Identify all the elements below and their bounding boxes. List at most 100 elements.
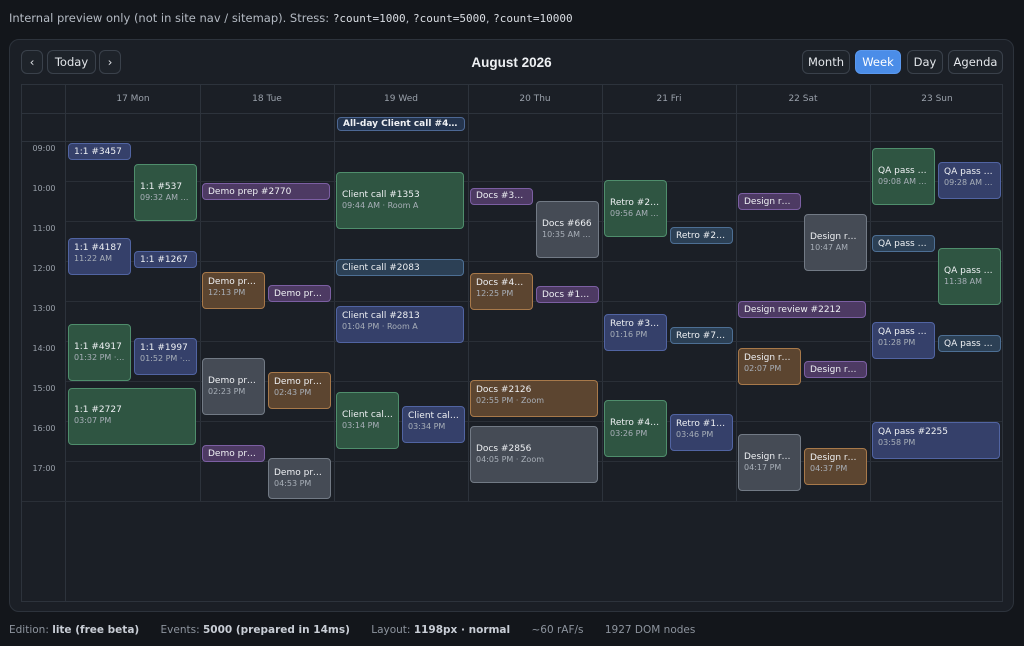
event-title: Client call #2083 [342,262,420,273]
calendar-event[interactable]: Demo pre… 02:23 PM [202,358,265,416]
calendar-event[interactable]: Design re… 02:07 PM [738,347,801,385]
event-title: 1:1 #1997 [140,342,188,353]
calendar-event[interactable]: QA pass #2255 03:58 PM [872,421,1000,459]
calendar-event[interactable]: QA pass … 09:28 AM · … [938,161,1001,199]
view-month-button[interactable]: Month [802,50,850,74]
column-divider [736,85,737,502]
event-title: Demo pre… [208,276,259,287]
day-header[interactable]: 21 Fri [602,85,736,114]
calendar-event[interactable]: Docs #666 10:35 AM · … [536,201,599,258]
event-time: 01:52 PM · … [140,353,191,363]
today-button[interactable]: Today [47,50,96,74]
next-button[interactable]: › [99,50,121,74]
calendar-event[interactable]: QA pass … [938,335,1001,352]
event-time: 03:14 PM [342,420,380,430]
day-header[interactable]: 19 Wed [334,85,468,114]
calendar-event[interactable]: Demo pre… 12:13 PM [202,271,265,309]
day-header[interactable]: 18 Tue [200,85,334,114]
event-time: 03:46 PM [676,429,714,439]
event-title: 1:1 #4187 [74,242,122,253]
calendar-event[interactable]: Demo pre… 02:43 PM [268,371,331,409]
notice-text: Internal preview only (not in site nav /… [9,11,330,25]
event-title: All-day Client call #4273 [343,119,459,129]
calendar-event[interactable]: 1:1 #4187 11:22 AM [68,237,131,275]
calendar-event[interactable]: Retro #2899 [670,227,733,244]
hour-label: 11:00 [32,224,56,233]
hour-label: 10:00 [32,184,56,193]
calendar-event[interactable]: Design review #2212 [738,301,866,318]
event-title: Docs #4316 [476,278,527,288]
event-title: Client call… [342,409,393,420]
view-agenda-button[interactable]: Agenda [948,50,1003,74]
event-title: Design review #2212 [744,304,842,315]
calendar-event[interactable]: 1:1 #2727 03:07 PM [68,387,196,445]
calendar-event[interactable]: Client call #1353 09:44 AM · Room A [336,172,464,230]
event-time: 09:44 AM · Room A [342,200,419,210]
all-day-event[interactable]: All-day Client call #4273 [337,117,465,131]
calendar-event[interactable]: Design re… 04:37 PM [804,447,867,485]
calendar-event[interactable]: Demo pre… [202,445,265,462]
view-week-button[interactable]: Week [855,50,901,74]
calendar-event[interactable]: Demo prep #2770 [202,183,330,200]
calendar-event[interactable]: Demo pre… 04:53 PM [268,458,331,500]
calendar-event[interactable]: Client call… 03:34 PM [402,405,465,443]
calendar-event[interactable]: Design re… [738,193,801,210]
event-title: Demo prep #2770 [208,186,292,197]
calendar-event[interactable]: Retro #143903:46 PM [670,413,733,451]
status-footer: Edition: lite (free beta) Events: 5000 (… [9,624,713,636]
event-time: 04:53 PM [274,478,312,488]
time-gutter [22,85,66,601]
calendar-event[interactable]: 1:1 #1997 01:52 PM · … [134,337,197,375]
calendar-event[interactable]: Design re… 10:47 AM [804,214,867,272]
calendar-event[interactable]: QA pass … 01:28 PM [872,321,935,359]
calendar-event[interactable]: Client call #2813 01:04 PM · Room A [336,305,464,343]
calendar-event[interactable]: Docs #2856 04:05 PM · Zoom [470,426,598,484]
calendar-event[interactable]: Design re… 04:17 PM [738,434,801,492]
day-header[interactable]: 22 Sat [736,85,870,114]
event-time: 11:38 AM [944,276,982,286]
calendar-event[interactable]: QA pass … [872,235,935,252]
events-status: Events: 5000 (prepared in 14ms) [160,624,350,636]
calendar-event[interactable]: Retro #435903:26 PM [604,400,667,458]
event-title: 1:1 #2727 [74,405,122,416]
event-title: 1:1 #1267 [140,254,188,265]
calendar-event[interactable]: Retro #362901:16 PM [604,313,667,351]
calendar-event[interactable]: 1:1 #3457 [68,143,131,160]
event-time: 02:23 PM [208,386,246,396]
calendar-event[interactable]: Design re… [804,361,867,378]
edition-status: Edition: lite (free beta) [9,624,140,636]
notice-code: ?count=1000 [332,12,406,25]
event-time: 03:58 PM [878,437,916,447]
calendar-event[interactable]: Retro #709 [670,327,733,344]
event-time: 04:05 PM · Zoom [476,454,545,464]
calendar-event[interactable]: 1:1 #537 09:32 AM · … [134,164,197,222]
event-title: QA pass … [944,166,993,177]
event-title: Design re… [810,364,861,375]
view-day-button[interactable]: Day [907,50,943,74]
day-header[interactable]: 20 Thu [468,85,602,114]
calendar-event[interactable]: Demo pre… [268,285,331,302]
event-time: 01:28 PM [878,337,916,347]
event-time: 02:43 PM [274,387,312,397]
event-title: Design re… [810,452,861,463]
calendar-event[interactable]: Retro #216909:56 AM · … [604,180,667,238]
calendar-event[interactable]: 1:1 #4917 01:32 PM · … [68,324,131,382]
calendar-event[interactable]: Docs #2126 02:55 PM · Zoom [470,379,598,417]
all-day-divider [22,141,1002,142]
event-time: 09:56 AM · … [610,208,661,218]
event-title: 1:1 #3457 [74,146,122,157]
calendar-event[interactable]: Client call #2083 [336,259,464,276]
calendar-event[interactable]: Client call… 03:14 PM [336,392,399,450]
calendar-event[interactable]: QA pass … 11:38 AM [938,248,1001,306]
day-header[interactable]: 17 Mon [66,85,200,114]
calendar-event[interactable]: Docs #3586 [470,187,533,205]
calendar-event[interactable]: Docs #1396 [536,286,599,304]
calendar-event[interactable]: Docs #4316 12:25 PM [470,273,533,310]
event-title: Retro #2899 [676,230,727,241]
calendar-event[interactable]: QA pass … 09:08 AM · … [872,148,935,206]
prev-button[interactable]: ‹ [21,50,43,74]
day-header[interactable]: 23 Sun [870,85,1002,114]
calendar-event[interactable]: 1:1 #1267 [134,251,197,268]
hour-label: 09:00 [32,144,56,153]
column-divider [870,85,871,502]
